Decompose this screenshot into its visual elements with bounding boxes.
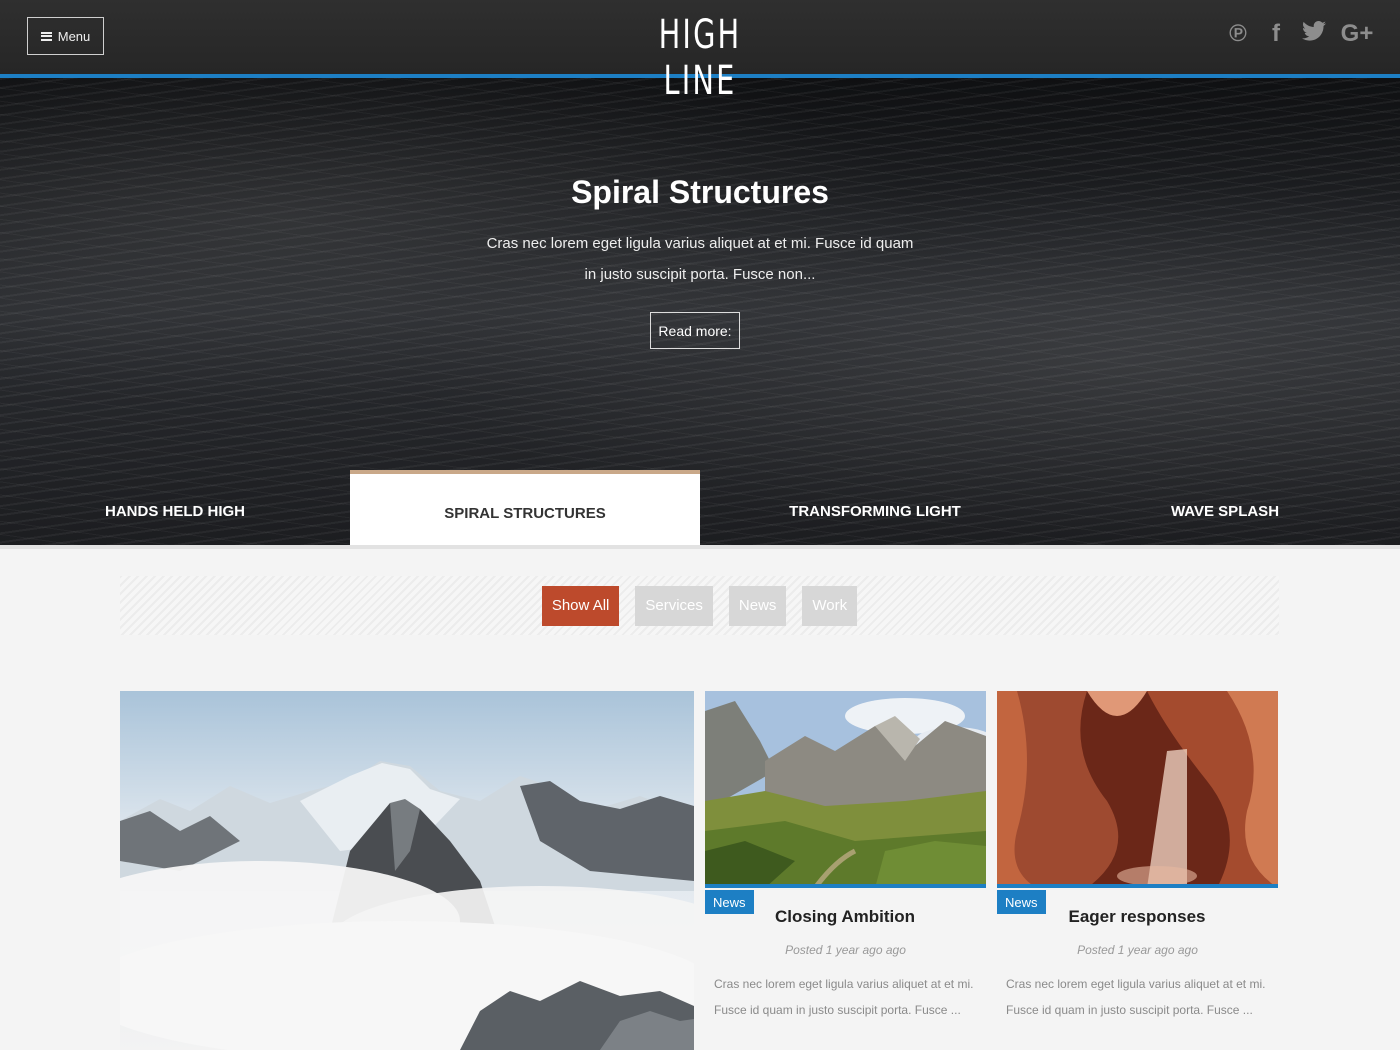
facebook-icon[interactable]: f [1263,20,1289,48]
post-image[interactable] [997,691,1278,888]
post-excerpt: Cras nec lorem eget ligula varius alique… [1006,977,1266,1017]
pinterest-icon[interactable]: ℗ [1225,20,1251,48]
post-image[interactable] [705,691,986,888]
category-badge[interactable]: News [705,890,754,914]
category-badge[interactable]: News [997,890,1046,914]
hero-divider [0,545,1400,549]
hamburger-icon [40,31,52,41]
read-more-button[interactable]: Read more: [650,312,740,349]
google-plus-icon[interactable]: G+ [1339,20,1375,48]
post-card: News Closing Ambition Posted 1 year ago … [705,691,986,1050]
featured-post-image[interactable] [120,691,694,1050]
slider-tab-spiral-structures[interactable]: SPIRAL STRUCTURES [350,470,700,545]
slider-tabs: HANDS HELD HIGH SPIRAL STRUCTURES TRANSF… [0,470,1400,545]
site-logo[interactable]: HIGH LINE [632,12,769,104]
post-excerpt: Cras nec lorem eget ligula varius alique… [714,977,974,1017]
post-title[interactable]: Closing Ambition [745,907,945,927]
filter-bar: Show All Services News Work [120,576,1279,635]
post-card: News Eager responses Posted 1 year ago a… [997,691,1278,1050]
mountain-illustration [120,691,694,1050]
valley-illustration [705,691,986,884]
post-meta: Posted 1 year ago ago [1077,943,1198,957]
hero-slider: Spiral Structures Cras nec lorem eget li… [0,78,1400,548]
slider-tab-hands-held-high[interactable]: HANDS HELD HIGH [0,470,350,545]
hero-text: Cras nec lorem eget ligula varius alique… [486,235,914,283]
filter-work[interactable]: Work [802,585,858,626]
menu-label: Menu [57,28,91,44]
filter-services[interactable]: Services [635,585,713,626]
filter-news[interactable]: News [728,585,787,626]
twitter-icon[interactable] [1301,20,1327,48]
hero-title: Spiral Structures [571,174,829,210]
social-links: ℗ f G+ [1225,20,1375,48]
slider-tab-wave-splash[interactable]: WAVE SPLASH [1050,470,1400,545]
canyon-illustration [997,691,1278,884]
post-meta: Posted 1 year ago ago [785,943,906,957]
filter-show-all[interactable]: Show All [541,585,620,626]
slider-tab-transforming-light[interactable]: TRANSFORMING LIGHT [700,470,1050,545]
menu-button[interactable]: Menu [27,17,104,55]
post-title[interactable]: Eager responses [1037,907,1237,927]
